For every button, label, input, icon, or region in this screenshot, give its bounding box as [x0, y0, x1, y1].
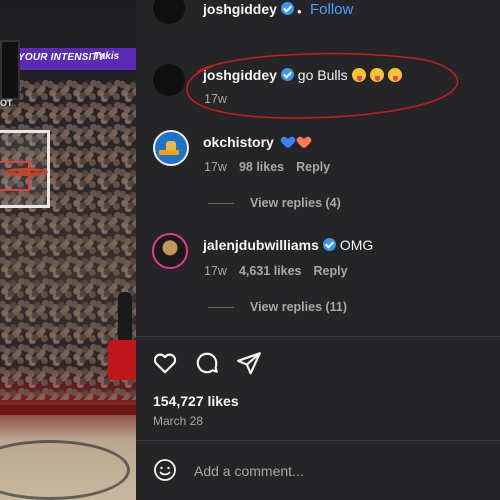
verified-badge-icon: [280, 2, 294, 15]
comment-meta: 17w 4,631 likes Reply: [204, 264, 348, 278]
backboard-square: [0, 161, 30, 191]
comment-avatar[interactable]: [152, 233, 188, 269]
banner-logo: Takis: [94, 51, 120, 62]
comment-meta: 17w 98 likes Reply: [204, 160, 330, 174]
comment-age: 17w: [204, 264, 227, 278]
blue-heart-emoji-icon: [282, 137, 294, 148]
section-divider: [136, 440, 500, 441]
arena-banner: YOUR INTENSITY Takis: [0, 48, 136, 70]
comment-username[interactable]: okchistory: [203, 134, 274, 150]
view-replies-line: [208, 307, 234, 308]
reply-button[interactable]: Reply: [296, 160, 330, 174]
comment-bubble-icon[interactable]: [194, 350, 220, 376]
shot-clock-label: OT: [0, 98, 13, 108]
squinting-tongue-emoji-icon: [351, 68, 366, 82]
header-username-text[interactable]: joshgiddey: [203, 1, 277, 17]
comment-body: okchistory: [203, 134, 310, 150]
add-comment-input[interactable]: [194, 460, 484, 482]
comment-likes[interactable]: 4,631 likes: [239, 264, 302, 278]
reply-button[interactable]: Reply: [314, 264, 348, 278]
heart-icon[interactable]: [152, 350, 178, 376]
player-arm: [118, 292, 132, 344]
smiley-icon[interactable]: [153, 458, 177, 482]
comment-age: 17w: [204, 160, 227, 174]
view-replies-button[interactable]: View replies (4): [250, 196, 341, 210]
banner-text: YOUR INTENSITY: [18, 52, 105, 63]
comment-text: OMG: [339, 237, 374, 253]
comment-likes[interactable]: 98 likes: [239, 160, 284, 174]
section-divider: [136, 336, 500, 337]
header-username[interactable]: joshgiddey: [203, 1, 294, 17]
comment-avatar[interactable]: [153, 130, 189, 166]
court-baseline: [0, 405, 136, 415]
comment-body: jalenjdubwilliams OMG: [203, 237, 373, 253]
shot-clock: [0, 40, 20, 100]
comment-username[interactable]: joshgiddey: [203, 67, 277, 83]
squinting-tongue-emoji-icon: [369, 68, 384, 82]
verified-badge-icon: [322, 238, 336, 251]
comment-username[interactable]: jalenjdubwilliams: [203, 237, 319, 253]
squinting-tongue-emoji-icon: [387, 68, 402, 82]
view-replies-button[interactable]: View replies (11): [250, 300, 347, 314]
basketball-rim: [4, 168, 48, 176]
player-jersey: [108, 340, 136, 380]
follow-button[interactable]: Follow: [310, 1, 353, 18]
orange-heart-emoji-icon: [298, 137, 310, 148]
comment-age: 17w: [204, 92, 227, 106]
post-date[interactable]: March 28: [153, 414, 203, 428]
comment-text: go Bulls: [297, 67, 348, 83]
view-replies-line: [208, 203, 234, 204]
okc-logo-bar: [159, 150, 179, 155]
post-photo: YOUR INTENSITY Takis OT: [0, 0, 136, 500]
paper-plane-icon[interactable]: [236, 350, 262, 376]
floor-logo: [0, 440, 130, 500]
comment-body: joshgiddey go Bulls: [203, 67, 402, 83]
verified-badge-icon: [280, 68, 294, 81]
post-likes-count[interactable]: 154,727 likes: [153, 393, 239, 409]
header-separator: •: [297, 4, 302, 19]
comment-avatar[interactable]: [153, 64, 185, 96]
